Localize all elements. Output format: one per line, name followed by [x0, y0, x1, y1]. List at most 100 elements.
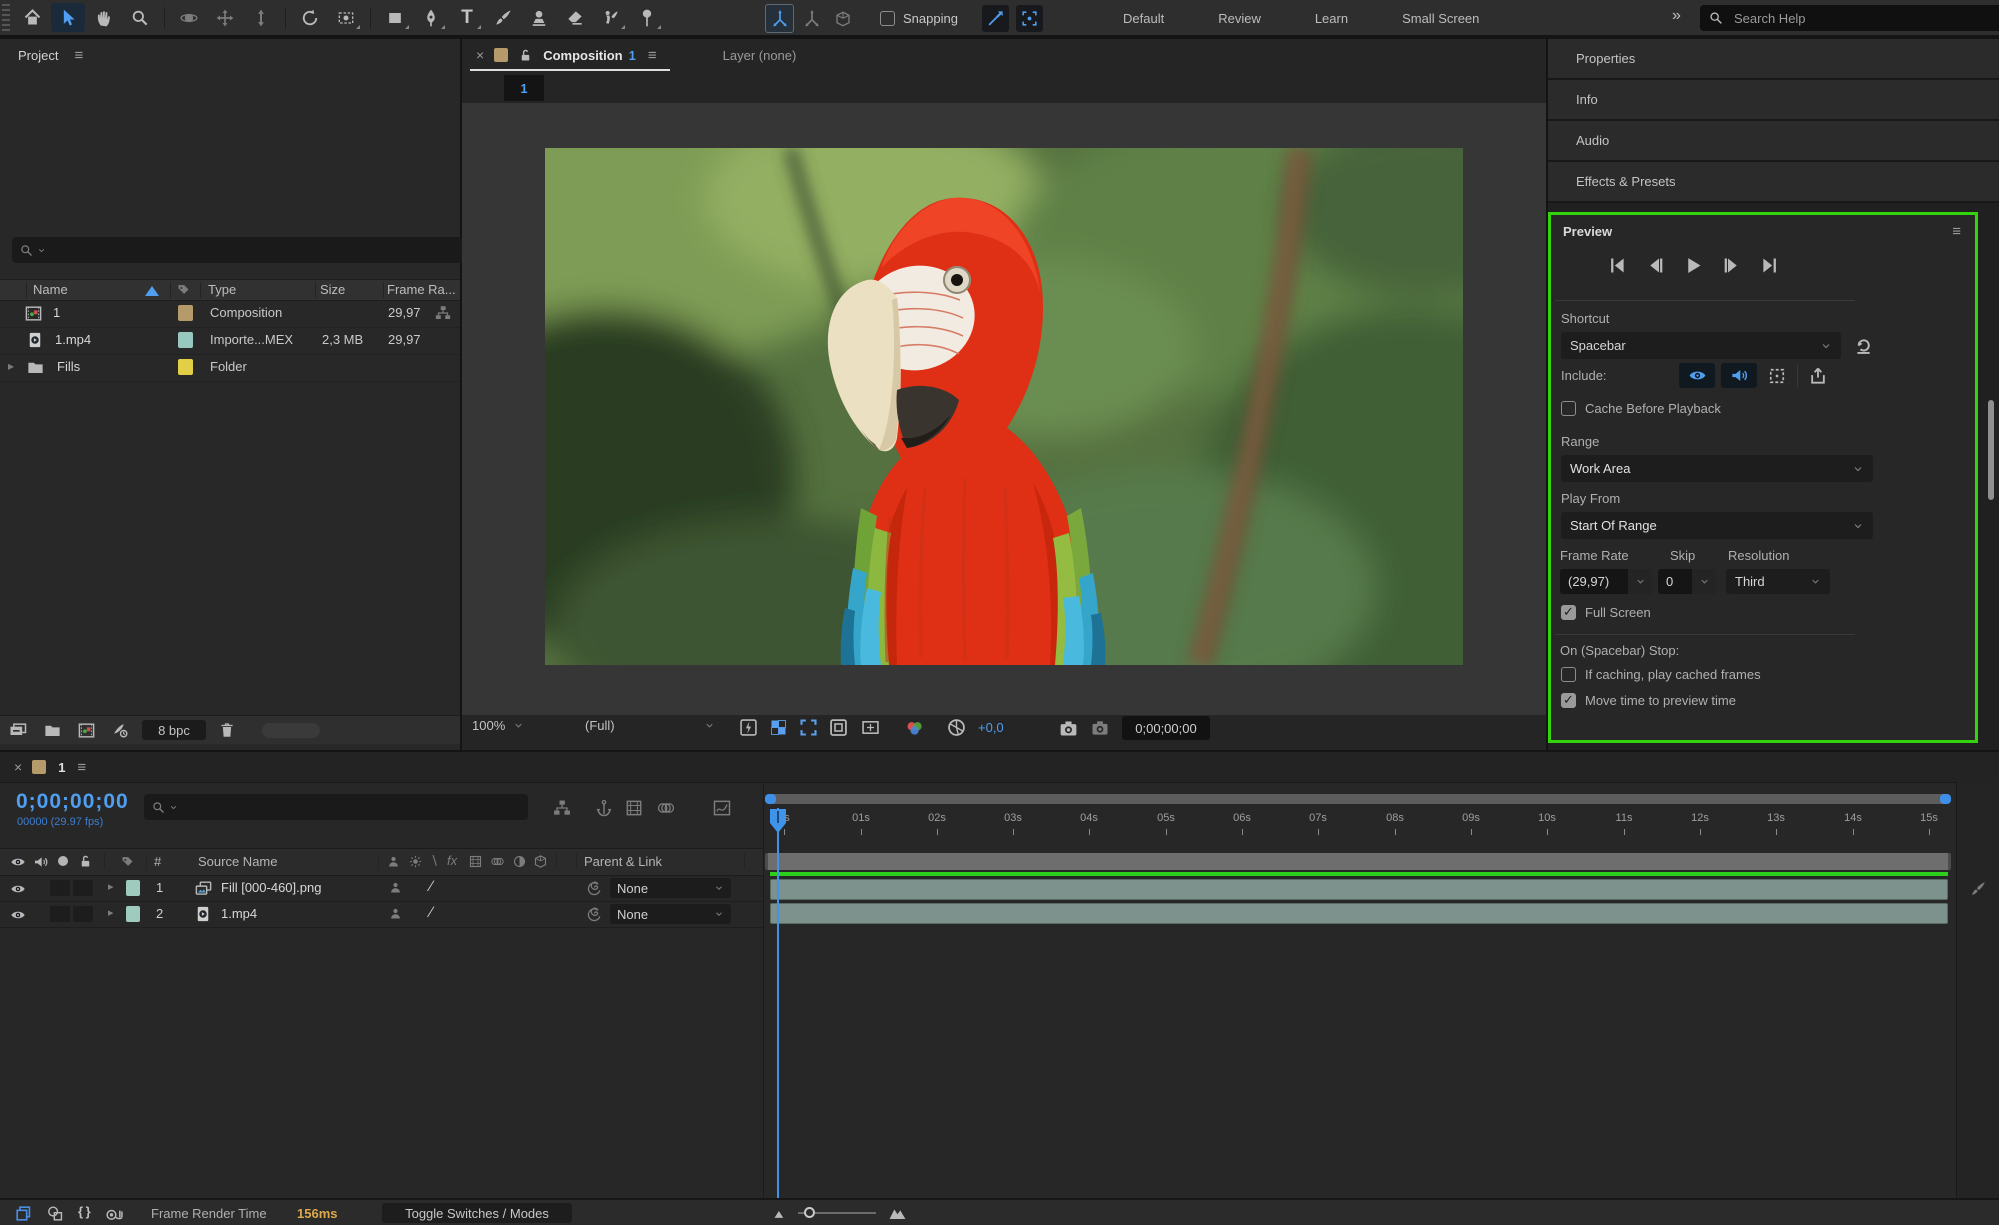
- type-tool[interactable]: T: [450, 3, 484, 32]
- include-audio-toggle[interactable]: [1721, 363, 1757, 388]
- view-axis-mode-button[interactable]: [829, 5, 856, 32]
- orbit-camera-tool[interactable]: [172, 3, 206, 32]
- last-frame-button[interactable]: [1759, 255, 1780, 276]
- next-frame-button[interactable]: [1721, 255, 1742, 276]
- timeline-menu-icon[interactable]: ≡: [77, 759, 86, 776]
- frame-blending-icon[interactable]: [624, 798, 644, 818]
- play-button[interactable]: [1683, 255, 1704, 276]
- play-from-dropdown[interactable]: Start Of Range: [1561, 512, 1873, 539]
- range-dropdown[interactable]: Work Area: [1561, 455, 1873, 482]
- video-column-eye-icon[interactable]: [10, 854, 26, 870]
- draft-3d-icon[interactable]: [594, 798, 614, 818]
- include-overlays-icon[interactable]: [1767, 366, 1787, 386]
- multi-frame-rendering-icon[interactable]: [14, 1204, 33, 1223]
- move-time-row[interactable]: Move time to preview time: [1561, 692, 1736, 708]
- toolbar-grip[interactable]: [2, 4, 10, 32]
- column-type[interactable]: Type: [208, 282, 236, 297]
- layer-source-name[interactable]: Fill [000-460].png: [221, 880, 321, 895]
- composition-footage-parrot[interactable]: [545, 148, 1463, 665]
- shy-column-icon[interactable]: [386, 854, 401, 869]
- zoom-tool[interactable]: [123, 3, 157, 32]
- project-search-box[interactable]: [12, 237, 463, 263]
- navigator-start-handle[interactable]: [765, 794, 776, 804]
- expressions-braces-icon[interactable]: { }: [78, 1204, 91, 1219]
- move-time-checkbox[interactable]: [1561, 692, 1576, 708]
- exposure-value[interactable]: +0,0: [978, 720, 1004, 735]
- zoom-out-mountain-icon[interactable]: [772, 1206, 787, 1221]
- comp-label-chip[interactable]: [494, 48, 509, 62]
- timeline-zoom-slider-knob[interactable]: [804, 1207, 815, 1218]
- layer-row-1[interactable]: ▸ 1 Fill [000-460].png ∕ None: [0, 875, 763, 902]
- full-screen-row[interactable]: Full Screen: [1561, 604, 1651, 620]
- interpret-footage-icon[interactable]: [8, 720, 28, 740]
- toggle-switches-modes-button[interactable]: Toggle Switches / Modes: [382, 1203, 572, 1223]
- quality-toggle-icon[interactable]: ∕: [430, 904, 433, 921]
- fx-column-label[interactable]: fx: [447, 853, 457, 868]
- expand-chevron-icon[interactable]: ▸: [108, 906, 114, 919]
- sort-ascending-icon[interactable]: [145, 286, 159, 296]
- project-row-footage[interactable]: 1.mp4 Importe...MEX 2,3 MB 29,97: [0, 327, 460, 355]
- roto-brush-tool[interactable]: [594, 3, 628, 32]
- project-row-folder[interactable]: ▸ Fills Folder: [0, 354, 460, 382]
- panel-tab-info[interactable]: Info: [1548, 80, 1999, 121]
- column-name[interactable]: Name: [33, 282, 68, 297]
- timeline-search-box[interactable]: [144, 794, 528, 820]
- layer-row-2[interactable]: ▸ 2 1.mp4 ∕ None: [0, 901, 763, 928]
- solo-cell[interactable]: [50, 906, 70, 922]
- lock-open-icon[interactable]: [518, 48, 533, 63]
- layer-source-name[interactable]: 1.mp4: [221, 906, 257, 921]
- resolution-dropdown[interactable]: (Full): [585, 718, 715, 733]
- reset-icon[interactable]: [1853, 335, 1874, 356]
- cache-before-playback-row[interactable]: Cache Before Playback: [1561, 401, 1721, 416]
- clone-stamp-tool[interactable]: [522, 3, 556, 32]
- skip-dropdown[interactable]: 0: [1658, 569, 1716, 594]
- snail-render-icon[interactable]: [104, 1204, 124, 1224]
- selection-tool[interactable]: [51, 3, 85, 32]
- navigator-end-handle[interactable]: [1940, 794, 1951, 804]
- label-color-chip[interactable]: [178, 332, 193, 348]
- layer-duration-bar-1[interactable]: [770, 879, 1948, 900]
- workspace-tab-learn[interactable]: Learn: [1288, 11, 1375, 26]
- snapping-checkbox[interactable]: [880, 11, 895, 26]
- view-layout-icon[interactable]: [860, 717, 881, 738]
- include-video-toggle[interactable]: [1679, 363, 1715, 388]
- transparency-grid-icon[interactable]: [768, 717, 789, 738]
- parent-link-dropdown[interactable]: None: [610, 904, 731, 924]
- viewer-subtab-1[interactable]: 1: [504, 75, 544, 101]
- proxy-toggle-icon[interactable]: [111, 721, 130, 740]
- parent-pick-whip-icon[interactable]: [586, 879, 603, 896]
- layer-label-chip[interactable]: [126, 906, 140, 922]
- label-column-icon[interactable]: [120, 854, 135, 869]
- workspace-tab-small-screen[interactable]: Small Screen: [1375, 11, 1506, 26]
- timeline-tab-number[interactable]: 1: [58, 760, 65, 775]
- cached-frames-checkbox[interactable]: [1561, 667, 1576, 682]
- timeline-navigator-bar[interactable]: [765, 794, 1951, 804]
- layer-visibility-eye-icon[interactable]: [10, 881, 26, 897]
- camera-tool[interactable]: [329, 3, 363, 32]
- audio-column-speaker-icon[interactable]: [33, 854, 49, 870]
- new-composition-icon[interactable]: [77, 721, 96, 740]
- new-folder-icon[interactable]: [43, 721, 62, 740]
- source-name-column[interactable]: Source Name: [198, 854, 277, 869]
- blending-modes-icon[interactable]: [46, 1204, 65, 1223]
- project-row-composition[interactable]: 1 Composition 29,97: [0, 300, 460, 328]
- previous-frame-button[interactable]: [1645, 255, 1666, 276]
- threed-column-icon[interactable]: [533, 854, 548, 869]
- parent-pick-whip-icon[interactable]: [586, 905, 603, 922]
- collapse-column-icon[interactable]: [408, 854, 423, 869]
- puppet-pin-tool[interactable]: [630, 3, 664, 32]
- playhead-line[interactable]: [777, 808, 779, 1198]
- quality-toggle-icon[interactable]: ∕: [430, 878, 433, 895]
- full-screen-checkbox[interactable]: [1561, 604, 1576, 620]
- snapshot-camera-icon[interactable]: [1058, 718, 1079, 739]
- label-column-icon[interactable]: [176, 282, 191, 297]
- shy-toggle-icon[interactable]: [388, 880, 403, 895]
- right-panel-scrollbar[interactable]: [1988, 400, 1994, 500]
- solo-column-icon[interactable]: [58, 856, 68, 866]
- magnification-dropdown[interactable]: 100%: [472, 718, 524, 733]
- workspace-tab-review[interactable]: Review: [1191, 11, 1288, 26]
- quality-brush-icon[interactable]: [1969, 880, 1987, 898]
- viewer-menu-icon[interactable]: ≡: [648, 47, 657, 64]
- layer-number-column[interactable]: #: [154, 854, 161, 869]
- expand-chevron-icon[interactable]: ▸: [108, 880, 114, 893]
